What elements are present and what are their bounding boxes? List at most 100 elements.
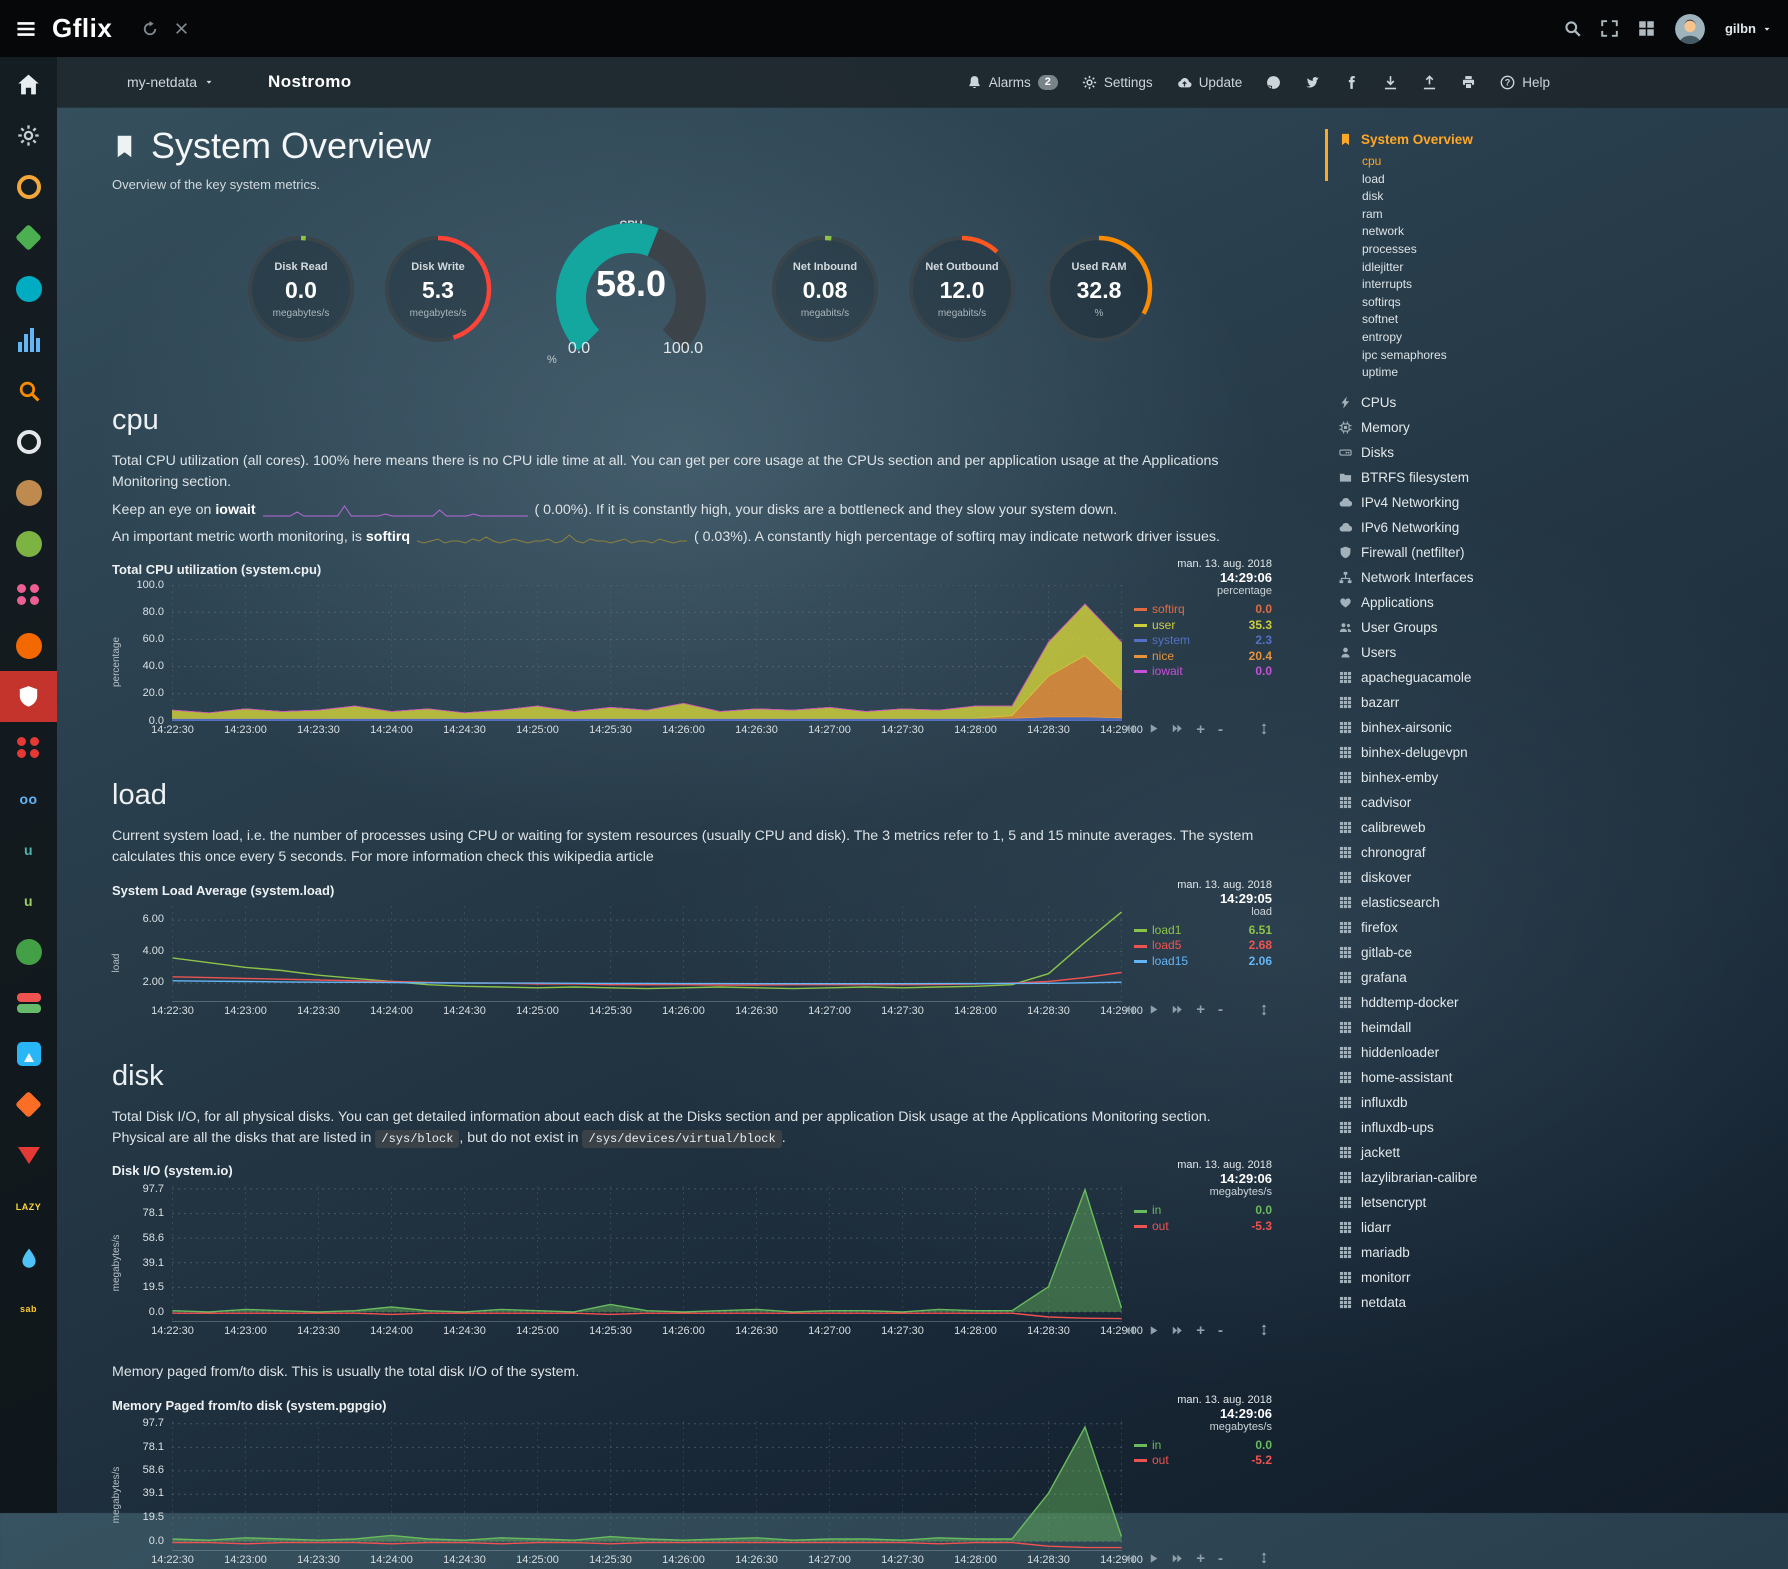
toc-users[interactable]: Users — [1339, 640, 1785, 665]
gauge-net-inbound[interactable]: Net Inbound0.08megabits/s — [756, 233, 893, 345]
chart-canvas-load[interactable] — [172, 906, 1122, 1002]
toc-hddtemp-docker[interactable]: hddtemp-docker — [1339, 990, 1785, 1015]
toc-disks[interactable]: Disks — [1339, 440, 1785, 465]
toc-monitorr[interactable]: monitorr — [1339, 1265, 1785, 1290]
chart-forward-button[interactable] — [1172, 1001, 1183, 1019]
chart-resize-handle[interactable] — [1258, 1321, 1270, 1339]
sidebar-app-home-icon[interactable] — [0, 59, 57, 110]
toc-system-overview[interactable]: System Overview — [1339, 127, 1785, 152]
gauge-disk-write[interactable]: Disk Write5.3megabytes/s — [369, 233, 506, 345]
sidebar-app-calibre-icon[interactable] — [0, 467, 57, 518]
chart-resize-handle[interactable] — [1258, 720, 1270, 738]
chart-rewind-button[interactable] — [1124, 1550, 1135, 1568]
ndnav-twitter-button[interactable] — [1305, 75, 1320, 90]
legend-item-user[interactable]: user35.3 — [1134, 618, 1272, 634]
chart-rewind-button[interactable] — [1124, 720, 1135, 738]
chart-zoom-out-button[interactable]: - — [1218, 724, 1223, 735]
legend-item-in[interactable]: in0.0 — [1134, 1203, 1272, 1219]
chart-play-button[interactable] — [1148, 1001, 1159, 1019]
sidebar-app-deluge-icon[interactable]: u — [0, 824, 57, 875]
toc-heimdall[interactable]: heimdall — [1339, 1015, 1785, 1040]
chart-forward-button[interactable] — [1172, 1321, 1183, 1339]
sidebar-app-jackett-icon[interactable] — [0, 365, 57, 416]
toc-cpus[interactable]: CPUs — [1339, 390, 1785, 415]
toc-grafana[interactable]: grafana — [1339, 965, 1785, 990]
legend-item-load1[interactable]: load16.51 — [1134, 923, 1272, 939]
ndnav-help-button[interactable]: Help — [1500, 75, 1550, 90]
fullscreen-icon[interactable] — [1601, 20, 1618, 37]
gauge-disk-read[interactable]: Disk Read0.0megabytes/s — [232, 233, 369, 345]
sidebar-app-sonarr-icon[interactable] — [0, 212, 57, 263]
toc-memory[interactable]: Memory — [1339, 415, 1785, 440]
toc-sub-softnet[interactable]: softnet — [1362, 311, 1785, 329]
chart-play-button[interactable] — [1148, 1550, 1159, 1568]
chart-zoom-out-button[interactable]: - — [1218, 1553, 1223, 1564]
toc-firefox[interactable]: firefox — [1339, 915, 1785, 940]
chart-canvas-cpu[interactable] — [172, 585, 1122, 721]
chart-forward-button[interactable] — [1172, 720, 1183, 738]
toc-binhex-emby[interactable]: binhex-emby — [1339, 765, 1785, 790]
user-menu-button[interactable]: gilbn — [1725, 21, 1772, 36]
sidebar-app-settings-icon[interactable] — [0, 110, 57, 161]
toc-user-groups[interactable]: User Groups — [1339, 615, 1785, 640]
sidebar-app-radarr-icon[interactable] — [0, 263, 57, 314]
ndnav-settings-button[interactable]: Settings — [1082, 75, 1153, 90]
toc-elasticsearch[interactable]: elasticsearch — [1339, 890, 1785, 915]
toc-sub-load[interactable]: load — [1362, 171, 1785, 189]
legend-item-in[interactable]: in0.0 — [1134, 1438, 1272, 1454]
sidebar-app-unraid-icon[interactable]: u — [0, 875, 57, 926]
toc-jackett[interactable]: jackett — [1339, 1140, 1785, 1165]
chart-canvas-pgpgio[interactable] — [172, 1421, 1122, 1551]
gauge-used-ram[interactable]: Used RAM32.8% — [1030, 233, 1167, 345]
sidebar-app-krusader-icon[interactable] — [0, 722, 57, 773]
sidebar-app-nextcloud-icon[interactable] — [0, 1232, 57, 1283]
toc-apacheguacamole[interactable]: apacheguacamole — [1339, 665, 1785, 690]
chart-zoom-in-button[interactable]: + — [1196, 1553, 1205, 1564]
sidebar-app-downloader-icon[interactable] — [0, 1130, 57, 1181]
toc-applications[interactable]: Applications — [1339, 590, 1785, 615]
chart-resize-handle[interactable] — [1258, 1550, 1270, 1568]
legend-item-iowait[interactable]: iowait0.0 — [1134, 664, 1272, 680]
chart-zoom-out-button[interactable]: - — [1218, 1004, 1223, 1015]
ndnav-facebook-button[interactable] — [1344, 75, 1359, 90]
toc-sub-ipc-semaphores[interactable]: ipc semaphores — [1362, 347, 1785, 365]
toc-mariadb[interactable]: mariadb — [1339, 1240, 1785, 1265]
legend-item-out[interactable]: out-5.2 — [1134, 1453, 1272, 1469]
search-icon[interactable] — [1564, 20, 1581, 37]
toc-gitlab-ce[interactable]: gitlab-ce — [1339, 940, 1785, 965]
chart-zoom-in-button[interactable]: + — [1196, 1325, 1205, 1336]
legend-item-out[interactable]: out-5.3 — [1134, 1219, 1272, 1235]
toc-influxdb-ups[interactable]: influxdb-ups — [1339, 1115, 1785, 1140]
toc-ipv4-networking[interactable]: IPv4 Networking — [1339, 490, 1785, 515]
refresh-icon[interactable] — [142, 21, 158, 37]
toc-sub-ram[interactable]: ram — [1362, 206, 1785, 224]
close-icon[interactable] — [174, 21, 189, 36]
sidebar-app-lazylibrarian-icon[interactable]: LAZY — [0, 1181, 57, 1232]
server-dropdown[interactable]: my-netdata — [127, 74, 214, 90]
ndnav-alarms-button[interactable]: Alarms2 — [967, 75, 1058, 90]
chart-forward-button[interactable] — [1172, 1550, 1183, 1568]
toc-sub-processes[interactable]: processes — [1362, 241, 1785, 259]
legend-item-load5[interactable]: load52.68 — [1134, 938, 1272, 954]
toc-sub-entropy[interactable]: entropy — [1362, 329, 1785, 347]
hamburger-menu-icon[interactable] — [16, 19, 36, 39]
sidebar-app-plex-icon[interactable] — [0, 161, 57, 212]
toc-diskover[interactable]: diskover — [1339, 865, 1785, 890]
chart-rewind-button[interactable] — [1124, 1001, 1135, 1019]
sidebar-app-ombi-icon[interactable] — [0, 569, 57, 620]
chart-play-button[interactable] — [1148, 1321, 1159, 1339]
sidebar-app-sabnzbd-icon[interactable]: sab — [0, 1283, 57, 1334]
toc-network-interfaces[interactable]: Network Interfaces — [1339, 565, 1785, 590]
sidebar-app-traefik-icon[interactable] — [0, 977, 57, 1028]
chart-zoom-out-button[interactable]: - — [1218, 1325, 1223, 1336]
toc-sub-interrupts[interactable]: interrupts — [1362, 276, 1785, 294]
chart-resize-handle[interactable] — [1258, 1001, 1270, 1019]
toc-ipv6-networking[interactable]: IPv6 Networking — [1339, 515, 1785, 540]
sidebar-app-gitlab-icon[interactable] — [0, 1079, 57, 1130]
apps-grid-icon[interactable] — [1638, 20, 1655, 37]
toc-sub-disk[interactable]: disk — [1362, 188, 1785, 206]
legend-item-load15[interactable]: load152.06 — [1134, 954, 1272, 970]
toc-home-assistant[interactable]: home-assistant — [1339, 1065, 1785, 1090]
legend-item-softirq[interactable]: softirq0.0 — [1134, 602, 1272, 618]
sidebar-app-grafana-icon[interactable] — [0, 620, 57, 671]
